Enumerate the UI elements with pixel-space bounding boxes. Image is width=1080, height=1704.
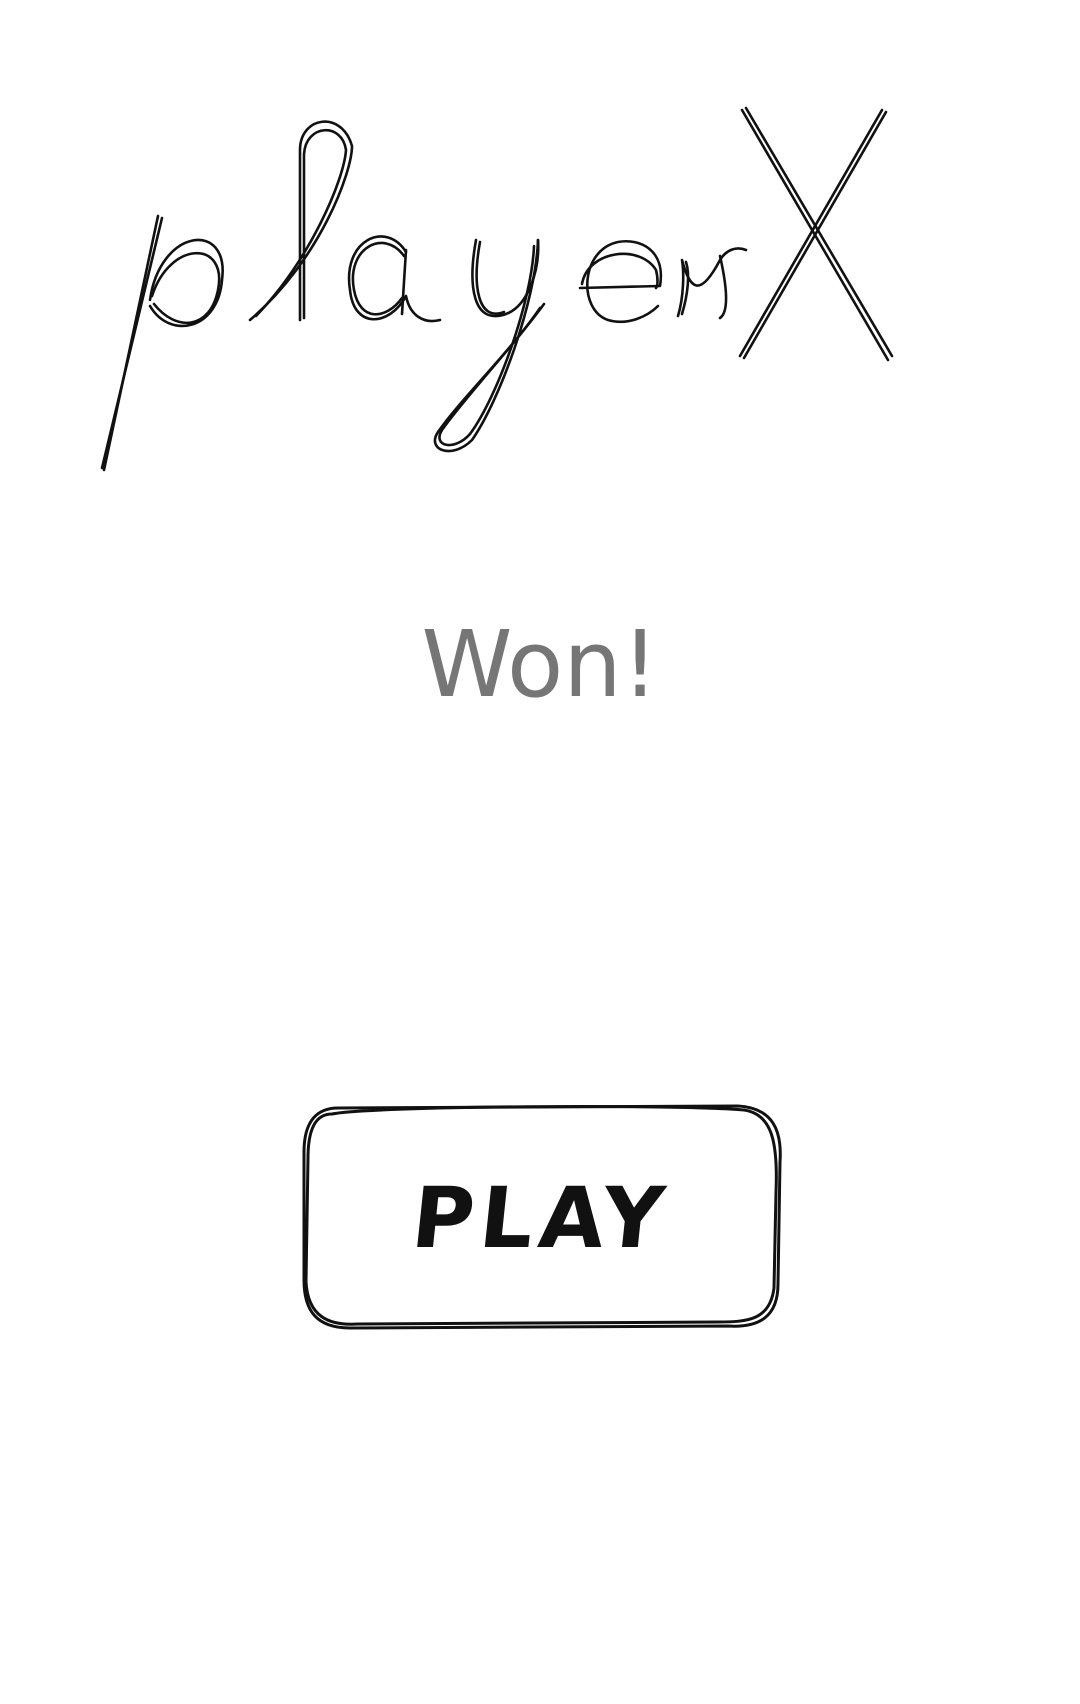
winner-title: player X — [80, 100, 980, 490]
play-button-label: PLAY — [407, 1169, 675, 1267]
play-button[interactable]: PLAY — [298, 1102, 784, 1334]
result-text: Won! — [421, 611, 659, 718]
handwritten-player-x-logo — [100, 106, 894, 472]
game-over-screen: player X — [0, 0, 1080, 1704]
